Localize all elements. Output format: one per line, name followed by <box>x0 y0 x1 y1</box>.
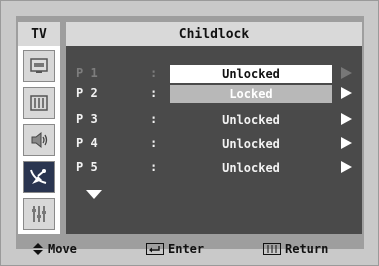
return-hint: Return <box>263 242 328 256</box>
channel-row-p2[interactable]: P 2 : Locked <box>66 82 362 104</box>
channel-row-p3[interactable]: P 3 : Unlocked <box>66 108 362 130</box>
scroll-down-icon[interactable] <box>86 190 102 199</box>
right-arrow-icon[interactable] <box>341 161 352 173</box>
lock-status[interactable]: Unlocked <box>170 111 332 129</box>
menu-icon <box>263 243 281 255</box>
lock-status[interactable]: Locked <box>170 85 332 103</box>
channel-label: P 3 <box>76 112 98 126</box>
enter-icon <box>146 243 164 255</box>
picture-icon[interactable] <box>23 87 55 119</box>
right-arrow-icon[interactable] <box>341 137 352 149</box>
colon-separator: : <box>150 86 158 100</box>
colon-separator: : <box>150 66 158 80</box>
channel-row-p1[interactable]: P 1 : Unlocked <box>66 62 362 84</box>
return-label: Return <box>285 242 329 256</box>
setup-icon[interactable] <box>23 198 55 230</box>
sound-icon[interactable] <box>23 124 55 156</box>
move-hint: Move <box>32 242 77 256</box>
enter-label: Enter <box>168 242 205 256</box>
channel-label: P 5 <box>76 160 98 174</box>
channel-label: P 2 <box>76 86 98 100</box>
channel-row-p4[interactable]: P 4 : Unlocked <box>66 132 362 154</box>
page-title: Childlock <box>66 22 362 46</box>
lock-status[interactable]: Unlocked <box>170 159 332 177</box>
right-arrow-icon[interactable] <box>341 67 352 79</box>
right-arrow-icon[interactable] <box>341 87 352 99</box>
footer-hints: Move Enter Return <box>0 234 379 264</box>
menu-sidebar <box>18 46 60 234</box>
channel-icon[interactable] <box>23 161 55 193</box>
childlock-list: P 1 : Unlocked P 2 : Locked P 3 : Unlock… <box>66 46 362 234</box>
channel-label: P 1 <box>76 66 98 80</box>
input-icon[interactable] <box>23 50 55 82</box>
colon-separator: : <box>150 160 158 174</box>
lock-status[interactable]: Unlocked <box>170 65 332 83</box>
enter-hint: Enter <box>146 242 204 256</box>
right-arrow-icon[interactable] <box>341 113 352 125</box>
move-label: Move <box>48 242 77 256</box>
colon-separator: : <box>150 136 158 150</box>
channel-label: P 4 <box>76 136 98 150</box>
up-down-arrow-icon <box>33 243 43 255</box>
tv-tab: TV <box>18 22 60 46</box>
lock-status[interactable]: Unlocked <box>170 135 332 153</box>
colon-separator: : <box>150 112 158 126</box>
channel-row-p5[interactable]: P 5 : Unlocked <box>66 156 362 178</box>
